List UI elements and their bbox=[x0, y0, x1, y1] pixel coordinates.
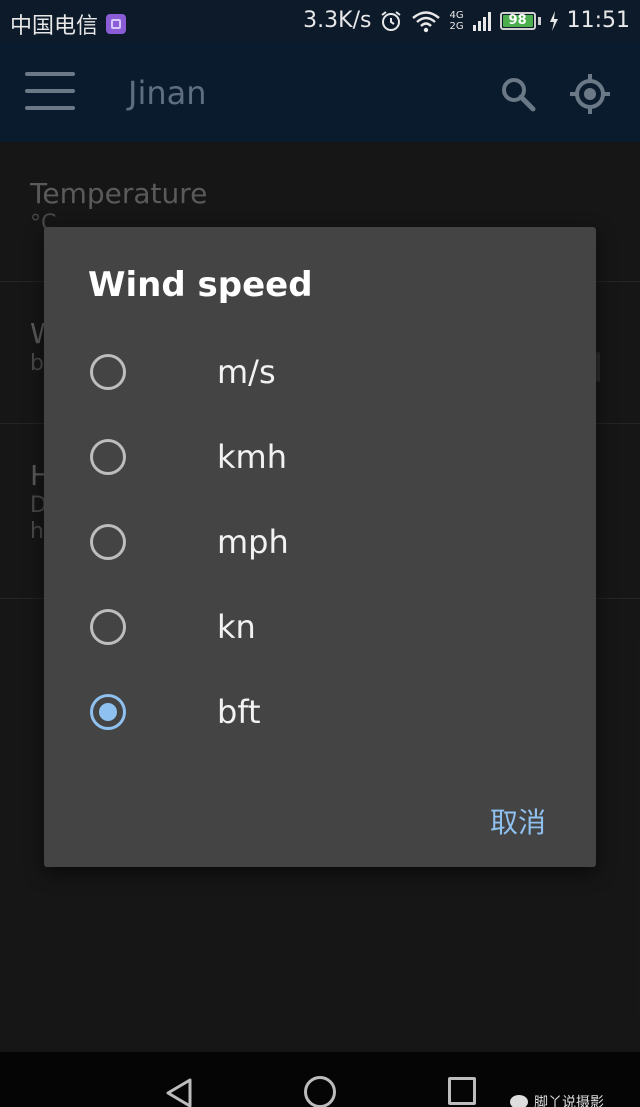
option-bft[interactable]: bft bbox=[88, 677, 548, 747]
app-bar: Jinan bbox=[0, 42, 640, 142]
option-kn[interactable]: kn bbox=[88, 592, 548, 662]
status-bar-right: 3.3K/s 4G 2G 98 11:51 bbox=[303, 8, 630, 33]
option-label: mph bbox=[217, 523, 289, 561]
battery-icon: 98 bbox=[499, 11, 536, 30]
status-bar-left: 中国电信 bbox=[10, 8, 127, 40]
wifi-icon bbox=[412, 10, 441, 32]
charging-bolt-icon bbox=[549, 10, 558, 31]
radio-button-checked[interactable] bbox=[90, 694, 126, 730]
network-type: 4G 2G bbox=[449, 10, 463, 32]
radio-button[interactable] bbox=[90, 354, 126, 390]
option-label: m/s bbox=[217, 353, 276, 391]
screen: 中国电信 3.3K/s 4G 2G 98 11:51 Jinan Tempera… bbox=[0, 0, 640, 1107]
my-location-icon[interactable] bbox=[570, 74, 610, 114]
back-icon[interactable] bbox=[164, 1077, 194, 1107]
network-speed: 3.3K/s bbox=[303, 8, 372, 33]
status-bar: 中国电信 3.3K/s 4G 2G 98 11:51 bbox=[0, 0, 640, 42]
gallery-notification-icon bbox=[106, 14, 127, 34]
battery-level: 98 bbox=[508, 12, 527, 28]
radio-button[interactable] bbox=[90, 524, 126, 560]
watermark: 脚丫说摄影 bbox=[510, 1092, 604, 1107]
page-title: Jinan bbox=[128, 74, 207, 112]
wechat-icon bbox=[510, 1095, 528, 1107]
dialog-title: Wind speed bbox=[88, 265, 313, 305]
home-icon[interactable] bbox=[304, 1076, 336, 1107]
alarm-clock-icon bbox=[381, 10, 402, 31]
watermark-text: 脚丫说摄影 bbox=[534, 1095, 604, 1107]
radio-button[interactable] bbox=[90, 439, 126, 475]
option-kmh[interactable]: kmh bbox=[88, 422, 548, 492]
option-label: kn bbox=[217, 608, 256, 646]
cancel-button[interactable]: 取消 bbox=[490, 801, 546, 841]
signal-bars-icon bbox=[472, 11, 491, 31]
network-type-2g: 2G bbox=[449, 20, 464, 32]
wind-speed-dialog: Wind speed m/s kmh mph kn bft 取消 bbox=[44, 227, 596, 867]
network-type-4g: 4G bbox=[449, 9, 464, 21]
option-label: kmh bbox=[217, 438, 287, 476]
menu-icon[interactable] bbox=[25, 72, 75, 110]
option-m-s[interactable]: m/s bbox=[88, 337, 548, 407]
option-mph[interactable]: mph bbox=[88, 507, 548, 577]
option-label: bft bbox=[217, 693, 261, 731]
battery-tip bbox=[537, 16, 541, 25]
carrier-name: 中国电信 bbox=[10, 14, 99, 39]
recent-apps-icon[interactable] bbox=[448, 1077, 476, 1105]
clock-time: 11:51 bbox=[566, 8, 630, 33]
search-icon[interactable] bbox=[500, 76, 536, 112]
radio-button[interactable] bbox=[90, 609, 126, 645]
